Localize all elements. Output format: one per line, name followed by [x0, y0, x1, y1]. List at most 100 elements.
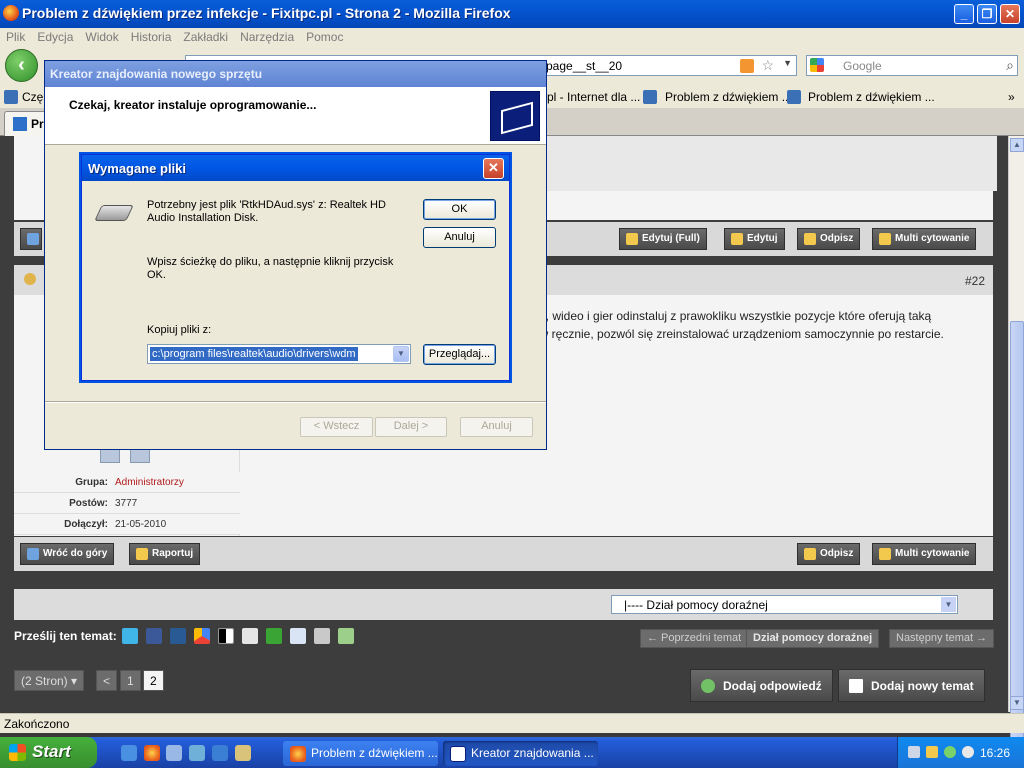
menu-historia[interactable]: Historia [125, 28, 178, 44]
cancel-button[interactable]: Anuluj [423, 227, 496, 248]
page-1[interactable]: 1 [120, 670, 141, 691]
back-to-top-button[interactable]: Wróć do góry [20, 543, 115, 565]
reply-icon [701, 679, 715, 693]
search-box[interactable]: Google ⌕ [806, 55, 1018, 76]
print-icon[interactable] [314, 628, 330, 644]
browse-button[interactable]: Przeglądaj... [423, 344, 496, 365]
multiquote-button[interactable]: Multi cytowanie [872, 228, 977, 250]
digg-icon[interactable] [170, 628, 186, 644]
email-icon[interactable] [290, 628, 306, 644]
tray-icon[interactable] [944, 746, 956, 758]
menu-narzedzia[interactable]: Narzędzia [234, 28, 300, 44]
info-joined: Dołączył: 21-05-2010 [14, 514, 240, 535]
menu-bar: Plik Edycja Widok Historia Zakładki Narzędzia… [0, 28, 1024, 46]
next-topic-link[interactable]: Następny temat → [889, 629, 995, 648]
share-label: Prześlij ten temat: [14, 629, 117, 643]
bookmark-icon [643, 90, 657, 104]
bookmark-star-icon[interactable]: ☆ [761, 57, 774, 74]
page-prev[interactable]: < [96, 670, 118, 691]
url-dropdown-icon[interactable]: ▼ [783, 58, 792, 68]
firefox-icon [3, 5, 19, 21]
new-topic-button[interactable]: Dodaj nowy temat [838, 669, 985, 702]
taskbar: Start Problem z dźwiękiem ... Kreator zn… [0, 737, 1024, 768]
report-button[interactable]: Raportuj [129, 543, 201, 565]
forum-name-link[interactable]: Dział pomocy doraźnej [746, 629, 880, 648]
start-button[interactable]: Start [0, 737, 97, 768]
chevron-down-icon[interactable]: ▼ [941, 597, 956, 612]
post-number[interactable]: #22 [965, 274, 985, 288]
menu-zakladki[interactable]: Zakładki [177, 28, 234, 44]
top-button[interactable] [20, 228, 42, 250]
wizard-cancel-button[interactable]: Anuluj [460, 417, 533, 437]
edit-icon [626, 233, 638, 245]
reply-button[interactable]: Odpisz [797, 228, 861, 250]
forum-jump-select[interactable]: |---- Dział pomocy doraźnej ▼ [611, 595, 958, 614]
copy-from-path-combo[interactable]: c:\program files\realtek\audio\drivers\w… [147, 344, 411, 364]
bookmark-item[interactable]: Problem z dźwiękiem ... [808, 90, 935, 104]
dialog-close-icon[interactable]: ✕ [483, 158, 504, 179]
tray-icon[interactable] [908, 746, 920, 758]
edit-full-button[interactable]: Edytuj (Full) [619, 228, 707, 250]
facebook-icon[interactable] [146, 628, 162, 644]
copy-from-path-value[interactable]: c:\program files\realtek\audio\drivers\w… [150, 347, 358, 361]
quicklaunch-icon[interactable] [235, 745, 251, 761]
scroll-down-icon[interactable]: ▼ [1010, 696, 1024, 710]
quicklaunch-icon[interactable] [166, 745, 182, 761]
window-icon [450, 746, 466, 762]
status-bar: Zakończono [0, 713, 1024, 733]
arrow-up-icon [27, 233, 39, 245]
menu-edycja[interactable]: Edycja [31, 28, 79, 44]
maximize-button[interactable]: ❐ [977, 4, 997, 24]
pages-dropdown[interactable]: (2 Stron) ▾ [14, 670, 85, 691]
add-reply-button[interactable]: Dodaj odpowiedź [690, 669, 833, 702]
hardware-wizard-icon [490, 91, 540, 141]
download-icon[interactable] [338, 628, 354, 644]
info-posts: Postów: 3777 [14, 493, 240, 514]
tray-icon[interactable] [962, 746, 974, 758]
menu-plik[interactable]: Plik [0, 28, 31, 44]
google-icon[interactable] [810, 58, 824, 72]
rss-icon[interactable] [740, 59, 754, 73]
window-title: Problem z dźwiękiem przez infekcje - Fix… [22, 5, 511, 21]
instruction-text: Wpisz ścieżkę do pliku, a następnie klik… [147, 256, 394, 281]
scroll-up-icon[interactable]: ▲ [1010, 138, 1024, 152]
delicious-icon[interactable] [218, 628, 234, 644]
bookmarks-overflow-icon[interactable]: » [1008, 90, 1015, 104]
stumbleupon-icon[interactable] [266, 628, 282, 644]
taskbar-item-wizard[interactable]: Kreator znajdowania ... [443, 741, 598, 766]
wizard-next-button[interactable]: Dalej > [375, 417, 447, 437]
tab-current[interactable]: Pr [4, 111, 48, 136]
wizard-back-button[interactable]: < Wstecz [300, 417, 373, 437]
back-button[interactable]: ‹ [5, 49, 38, 82]
wizard-header-text: Czekaj, kreator instaluje oprogramowanie… [69, 98, 317, 112]
edit-button[interactable]: Edytuj [724, 228, 785, 250]
twitter-icon[interactable] [122, 628, 138, 644]
page-scrollbar[interactable]: ▲ ▼ [1008, 136, 1024, 768]
search-icon[interactable]: ⌕ [1006, 57, 1014, 74]
multiquote-button-bottom[interactable]: Multi cytowanie [872, 543, 977, 565]
quicklaunch-icon[interactable] [121, 745, 137, 761]
previous-topic-link[interactable]: ← Poprzedni temat [640, 629, 749, 648]
copy-from-label: Kopiuj pliki z: [147, 324, 212, 336]
firefox-quicklaunch-icon[interactable] [144, 745, 160, 761]
taskbar-item-firefox[interactable]: Problem z dźwiękiem ... [283, 741, 438, 766]
search-placeholder: Google [843, 59, 882, 73]
ok-button[interactable]: OK [423, 199, 496, 220]
reddit-icon[interactable] [242, 628, 258, 644]
menu-pomoc[interactable]: Pomoc [300, 28, 349, 44]
ie-quicklaunch-icon[interactable] [212, 745, 228, 761]
tray-icon[interactable] [926, 746, 938, 758]
disk-drive-icon [94, 205, 134, 221]
clock[interactable]: 16:26 [980, 746, 1010, 760]
chevron-down-icon[interactable]: ▼ [393, 346, 409, 362]
forum-jump-bar: |---- Dział pomocy doraźnej ▼ [14, 589, 993, 620]
bookmark-item[interactable]: Problem z dźwiękiem ... [665, 90, 792, 104]
bookmark-item[interactable]: pl - Internet dla ... [547, 90, 640, 104]
menu-widok[interactable]: Widok [79, 28, 124, 44]
close-button[interactable]: ✕ [1000, 4, 1020, 24]
quicklaunch-icon[interactable] [189, 745, 205, 761]
minimize-button[interactable]: _ [954, 4, 974, 24]
google-buzz-icon[interactable] [194, 628, 210, 644]
reply-button-bottom[interactable]: Odpisz [797, 543, 861, 565]
edit-icon [731, 233, 743, 245]
